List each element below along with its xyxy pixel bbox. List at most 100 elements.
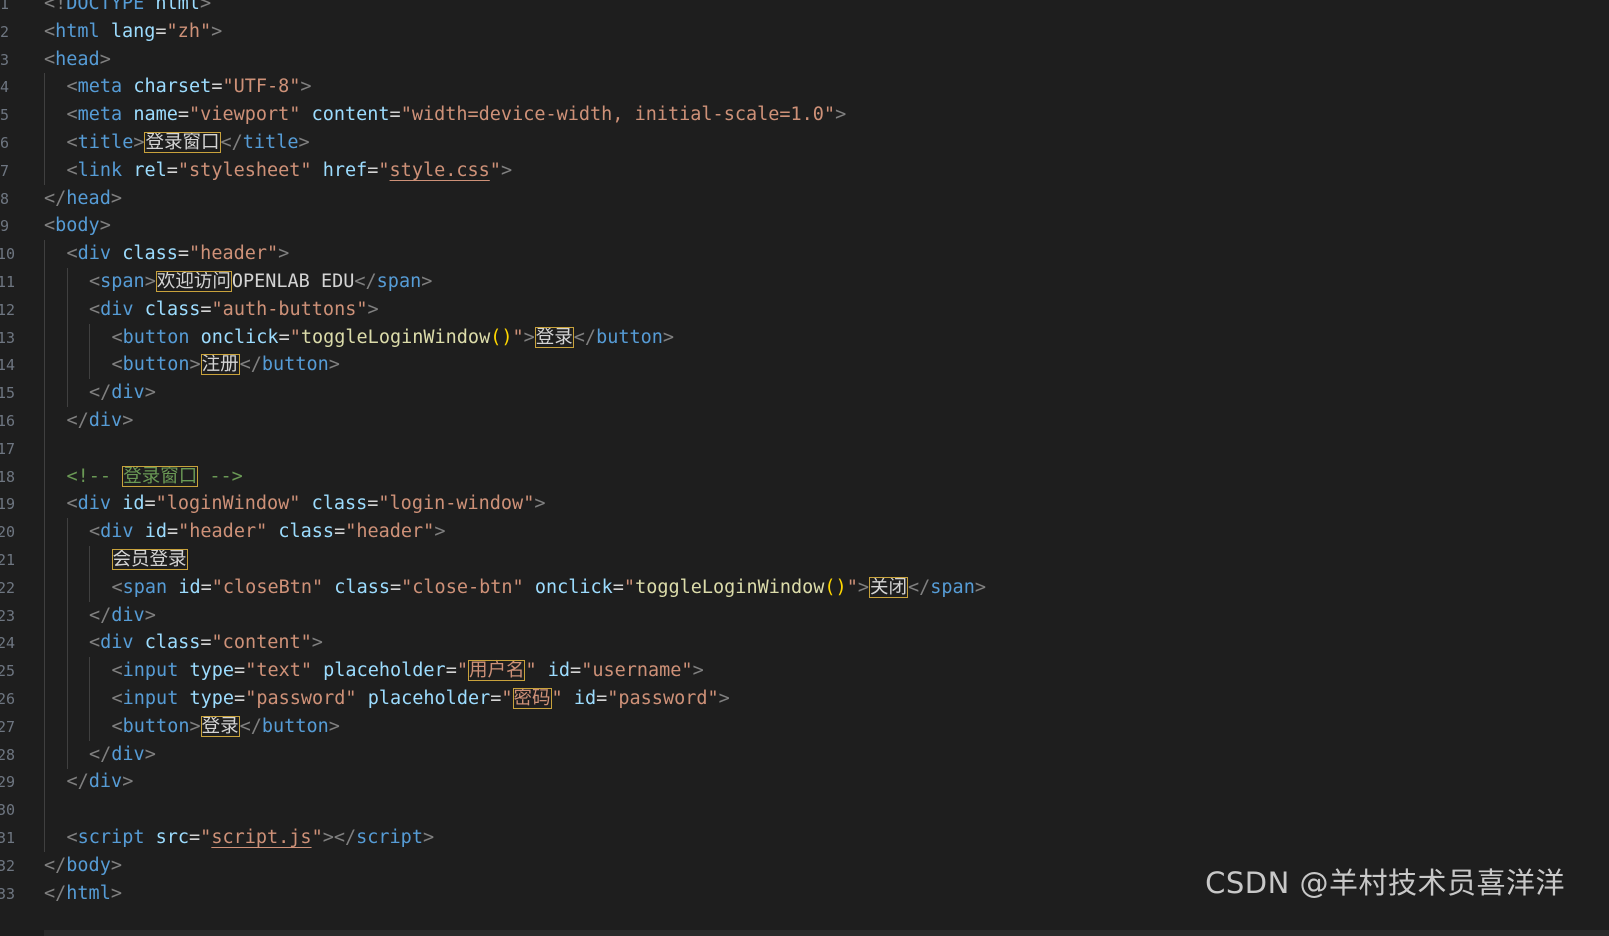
code-token: = bbox=[200, 576, 212, 598]
code-line[interactable]: 12 <div class="auth-buttons"> bbox=[0, 295, 1609, 324]
code-token: html bbox=[55, 20, 100, 42]
indent-guide bbox=[44, 268, 45, 296]
code-token: > bbox=[857, 576, 869, 598]
code-line[interactable]: 22 <span id="closeBtn" class="close-btn" … bbox=[0, 573, 1609, 602]
code-line[interactable]: 31 <script src="script.js"></script> bbox=[0, 824, 1609, 852]
code-token: > bbox=[311, 632, 323, 654]
code-token: input bbox=[122, 688, 179, 709]
indent-guide bbox=[44, 73, 45, 102]
code-token: = bbox=[177, 104, 190, 126]
code-line[interactable]: 5 <meta name="viewport" content="width=de… bbox=[0, 101, 1609, 130]
line-number: 1 bbox=[0, 0, 9, 13]
code-line[interactable]: 6 <title>登录窗口</title> bbox=[0, 129, 1609, 157]
line-number: 18 bbox=[0, 467, 16, 486]
code-line[interactable]: 1 <!DOCTYPE html> bbox=[0, 0, 1609, 18]
code-line[interactable]: 16 </div> bbox=[0, 407, 1609, 435]
code-text: </head> bbox=[44, 185, 122, 213]
code-text: 会员登录 bbox=[111, 546, 188, 574]
code-line[interactable]: 7 <link rel="stylesheet" href="style.css"… bbox=[0, 156, 1609, 185]
code-token: div bbox=[100, 632, 134, 654]
code-token: "text" bbox=[245, 660, 313, 682]
code-line[interactable]: 9 <body> bbox=[0, 212, 1609, 240]
indent-guide bbox=[44, 657, 45, 686]
code-text: <body> bbox=[44, 212, 111, 240]
code-token: = bbox=[200, 632, 212, 654]
code-line[interactable]: 30 bbox=[0, 796, 1609, 825]
code-token: script.js bbox=[211, 827, 312, 848]
code-line[interactable]: 8 </head> bbox=[0, 185, 1609, 213]
code-token: type bbox=[189, 688, 235, 709]
code-editor[interactable]: 1 <!DOCTYPE html> 2 <html lang="zh"> 3 <head>… bbox=[0, 0, 1609, 936]
code-line[interactable]: 10 <div class="header"> bbox=[0, 240, 1609, 269]
code-token: div bbox=[88, 410, 123, 431]
code-token: "auth-buttons" bbox=[211, 298, 368, 320]
code-token: = bbox=[367, 159, 379, 181]
code-line[interactable]: 15 </div> bbox=[0, 379, 1609, 408]
code-token: onclick bbox=[200, 326, 279, 348]
code-token: < bbox=[66, 132, 78, 153]
code-token: button bbox=[596, 326, 663, 348]
code-line[interactable]: 26 <input type="password" placeholder="密码… bbox=[0, 685, 1609, 713]
code-token: > bbox=[144, 271, 156, 292]
code-token: " bbox=[846, 576, 858, 598]
code-token: src bbox=[155, 827, 190, 848]
code-line[interactable]: 13 <button onclick="toggleLoginWindow()">… bbox=[0, 323, 1609, 352]
code-token: div bbox=[111, 604, 145, 626]
code-token: </ bbox=[239, 354, 262, 376]
code-token: "header" bbox=[345, 521, 435, 543]
code-token: "close-btn" bbox=[401, 576, 524, 598]
line-number: 4 bbox=[0, 78, 9, 97]
code-line[interactable]: 21 会员登录 bbox=[0, 546, 1609, 574]
indent-guide bbox=[66, 685, 68, 713]
line-number: 31 bbox=[0, 829, 16, 847]
code-token: span bbox=[122, 576, 168, 598]
code-token: > bbox=[434, 521, 446, 543]
code-line[interactable]: 24 <div class="content"> bbox=[0, 629, 1609, 658]
code-token: <! bbox=[44, 0, 67, 14]
line-number: 3 bbox=[0, 50, 9, 69]
code-line[interactable]: 23 </div> bbox=[0, 601, 1609, 630]
code-token: head bbox=[55, 48, 100, 70]
code-text: <button>登录</button> bbox=[112, 713, 340, 741]
code-token: "viewport" bbox=[189, 104, 301, 126]
line-number: 32 bbox=[0, 856, 16, 875]
indent-guide bbox=[44, 490, 45, 519]
code-line[interactable]: 25 <input type="text" placeholder="用户名" i… bbox=[0, 657, 1609, 686]
highlighted-token: 注册 bbox=[200, 354, 240, 376]
code-line[interactable]: 14 <button>注册</button> bbox=[0, 351, 1609, 380]
code-token: > bbox=[300, 76, 312, 98]
indent-guide bbox=[44, 129, 45, 157]
line-number: 13 bbox=[0, 328, 16, 347]
code-token: style.css bbox=[389, 159, 490, 181]
code-token: > bbox=[328, 715, 340, 737]
code-line[interactable]: 28 </div> bbox=[0, 740, 1609, 769]
code-token: > bbox=[211, 20, 223, 42]
code-line[interactable]: 27 <button>登录</button> bbox=[0, 712, 1609, 741]
code-line[interactable]: 29 </div> bbox=[0, 768, 1609, 797]
code-token: div bbox=[111, 382, 145, 404]
code-text: <head> bbox=[44, 46, 111, 74]
line-number: 8 bbox=[0, 189, 9, 208]
code-token: toggleLoginWindow bbox=[635, 576, 825, 598]
code-token: " bbox=[200, 827, 212, 848]
code-line[interactable]: 3 <head> bbox=[0, 46, 1609, 74]
code-line[interactable]: 2 <html lang="zh"> bbox=[0, 18, 1609, 46]
code-line[interactable]: 19 <div id="loginWindow" class="login-win… bbox=[0, 490, 1609, 519]
highlighted-token: 用户名 bbox=[467, 660, 526, 682]
code-line[interactable]: 4 <meta charset="UTF-8"> bbox=[0, 73, 1609, 102]
code-token: </ bbox=[66, 771, 89, 793]
code-token: </ bbox=[89, 743, 112, 765]
code-token: < bbox=[66, 104, 78, 126]
horizontal-scrollbar[interactable] bbox=[44, 930, 1609, 936]
code-token: </ bbox=[66, 410, 89, 431]
code-line[interactable]: 17 bbox=[0, 434, 1609, 463]
code-line[interactable]: 20 <div id="header" class="header"> bbox=[0, 518, 1609, 547]
watermark: CSDN @羊村技术员喜洋洋 bbox=[1205, 866, 1565, 900]
code-line[interactable]: 11 <span>欢迎访问OPENLAB EDU</span> bbox=[0, 268, 1609, 296]
code-line[interactable]: 18 <!-- 登录窗口 --> bbox=[0, 462, 1609, 491]
code-token: "stylesheet" bbox=[177, 159, 312, 181]
code-token: = bbox=[200, 298, 212, 320]
line-number: 21 bbox=[0, 551, 16, 569]
